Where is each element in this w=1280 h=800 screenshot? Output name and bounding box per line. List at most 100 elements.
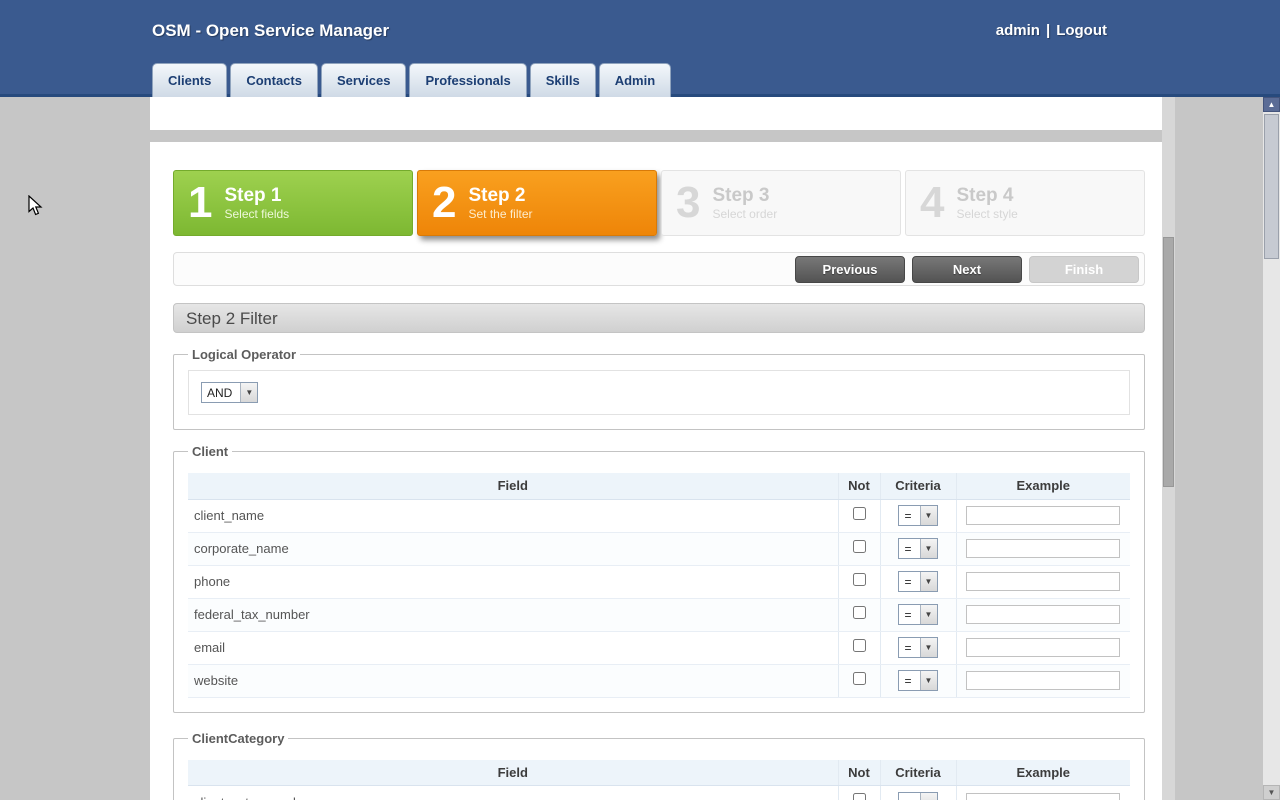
header-example: Example xyxy=(956,760,1130,786)
table-header-row: Field Not Criteria Example xyxy=(188,760,1130,786)
chevron-down-icon: ▼ xyxy=(240,383,257,402)
chevron-down-icon: ▼ xyxy=(920,572,937,591)
username: admin xyxy=(996,22,1040,39)
selected-operator: AND xyxy=(202,383,240,402)
step-1[interactable]: 1 Step 1 Select fields xyxy=(173,170,413,236)
app-title: OSM - Open Service Manager xyxy=(152,21,389,41)
tab-contacts[interactable]: Contacts xyxy=(230,63,318,97)
tab-admin[interactable]: Admin xyxy=(599,63,671,97)
chevron-down-icon: ▼ xyxy=(920,793,937,800)
criteria-select[interactable]: = ▼ xyxy=(898,637,937,658)
finish-button: Finish xyxy=(1029,256,1139,283)
header-criteria: Criteria xyxy=(880,760,956,786)
logical-operator-select[interactable]: AND ▼ xyxy=(201,382,258,403)
example-input[interactable] xyxy=(966,638,1120,657)
criteria-select[interactable]: = ▼ xyxy=(898,604,937,625)
criteria-select[interactable]: = ▼ xyxy=(898,571,937,592)
step-number: 3 xyxy=(676,173,700,233)
tab-professionals[interactable]: Professionals xyxy=(409,63,526,97)
header-not: Not xyxy=(838,760,880,786)
wizard-panel: 1 Step 1 Select fields 2 Step 2 Set the … xyxy=(150,142,1162,800)
table-row: client_category_desc = ▼ xyxy=(188,786,1130,800)
window-scrollbar[interactable]: ▲ ▼ xyxy=(1263,97,1280,800)
example-input[interactable] xyxy=(966,572,1120,591)
window-scrollbar-thumb[interactable] xyxy=(1264,114,1279,259)
field-label: email xyxy=(188,631,838,664)
step-2[interactable]: 2 Step 2 Set the filter xyxy=(417,170,657,236)
tab-label: Clients xyxy=(168,73,211,88)
content-column: 1 Step 1 Select fields 2 Step 2 Set the … xyxy=(150,97,1162,800)
not-checkbox[interactable] xyxy=(853,573,866,586)
criteria-select[interactable]: = ▼ xyxy=(898,792,937,800)
table-row: client_name = ▼ xyxy=(188,499,1130,532)
field-label: corporate_name xyxy=(188,532,838,565)
not-checkbox[interactable] xyxy=(853,540,866,553)
not-checkbox[interactable] xyxy=(853,672,866,685)
table-row: federal_tax_number = ▼ xyxy=(188,598,1130,631)
tab-clients[interactable]: Clients xyxy=(152,63,227,97)
chevron-down-icon: ▼ xyxy=(920,638,937,657)
step-number: 1 xyxy=(188,173,212,233)
example-input[interactable] xyxy=(966,539,1120,558)
field-label: client_category_desc xyxy=(188,786,838,800)
step-subtitle: Set the filter xyxy=(468,207,532,222)
not-checkbox[interactable] xyxy=(853,639,866,652)
chevron-down-icon: ▼ xyxy=(920,671,937,690)
header-example: Example xyxy=(956,473,1130,499)
header-field: Field xyxy=(188,760,838,786)
step-subtitle: Select style xyxy=(956,207,1017,222)
strip-gap xyxy=(150,130,1162,142)
client-legend: Client xyxy=(188,444,232,459)
field-label: website xyxy=(188,664,838,697)
scroll-down-arrow-icon[interactable]: ▼ xyxy=(1263,785,1280,800)
inner-scrollbar-thumb[interactable] xyxy=(1163,237,1174,487)
header-criteria: Criteria xyxy=(880,473,956,499)
mouse-cursor-icon xyxy=(28,195,43,222)
criteria-select[interactable]: = ▼ xyxy=(898,538,937,559)
step-3: 3 Step 3 Select order xyxy=(661,170,901,236)
step-4: 4 Step 4 Select style xyxy=(905,170,1145,236)
tab-label: Services xyxy=(337,73,391,88)
session-divider: | xyxy=(1046,22,1050,39)
client-category-fieldset: ClientCategory Field Not Criteria Exampl… xyxy=(173,731,1145,800)
step-number: 4 xyxy=(920,173,944,233)
logical-operator-fieldset: Logical Operator AND ▼ xyxy=(173,347,1145,430)
step-title: Step 3 xyxy=(712,185,777,207)
tab-skills[interactable]: Skills xyxy=(530,63,596,97)
criteria-value: = xyxy=(899,793,919,800)
inner-scrollbar[interactable] xyxy=(1162,97,1175,800)
criteria-value: = xyxy=(899,605,919,624)
client-filter-table: Field Not Criteria Example client_name = xyxy=(188,473,1130,698)
criteria-value: = xyxy=(899,638,919,657)
not-checkbox[interactable] xyxy=(853,507,866,520)
not-checkbox[interactable] xyxy=(853,606,866,619)
logical-operator-box: AND ▼ xyxy=(188,370,1130,415)
example-input[interactable] xyxy=(966,506,1120,525)
criteria-select[interactable]: = ▼ xyxy=(898,505,937,526)
table-header-row: Field Not Criteria Example xyxy=(188,473,1130,499)
scroll-up-arrow-icon[interactable]: ▲ xyxy=(1263,97,1280,112)
step-subtitle: Select order xyxy=(712,207,777,222)
criteria-value: = xyxy=(899,572,919,591)
field-label: phone xyxy=(188,565,838,598)
criteria-value: = xyxy=(899,539,919,558)
wizard-actions-bar: Previous Next Finish xyxy=(173,252,1145,286)
main-nav: Clients Contacts Services Professionals … xyxy=(152,63,671,97)
tab-services[interactable]: Services xyxy=(321,63,407,97)
chevron-down-icon: ▼ xyxy=(920,539,937,558)
not-checkbox[interactable] xyxy=(853,793,866,800)
table-row: corporate_name = ▼ xyxy=(188,532,1130,565)
table-row: phone = ▼ xyxy=(188,565,1130,598)
example-input[interactable] xyxy=(966,793,1120,800)
example-input[interactable] xyxy=(966,671,1120,690)
next-button[interactable]: Next xyxy=(912,256,1022,283)
step-title: Step 4 xyxy=(956,185,1017,207)
step-number: 2 xyxy=(432,173,456,233)
example-input[interactable] xyxy=(966,605,1120,624)
previous-button[interactable]: Previous xyxy=(795,256,905,283)
criteria-select[interactable]: = ▼ xyxy=(898,670,937,691)
field-label: client_name xyxy=(188,499,838,532)
logout-link[interactable]: Logout xyxy=(1056,22,1107,39)
tab-label: Admin xyxy=(615,73,655,88)
chevron-down-icon: ▼ xyxy=(920,605,937,624)
